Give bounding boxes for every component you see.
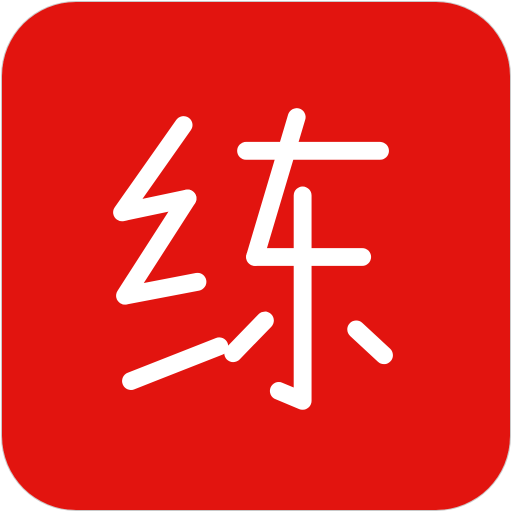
app-icon[interactable]: 练 (2, 2, 510, 510)
lian-character-icon (2, 2, 510, 510)
app-icon-canvas: 练 (0, 0, 512, 512)
